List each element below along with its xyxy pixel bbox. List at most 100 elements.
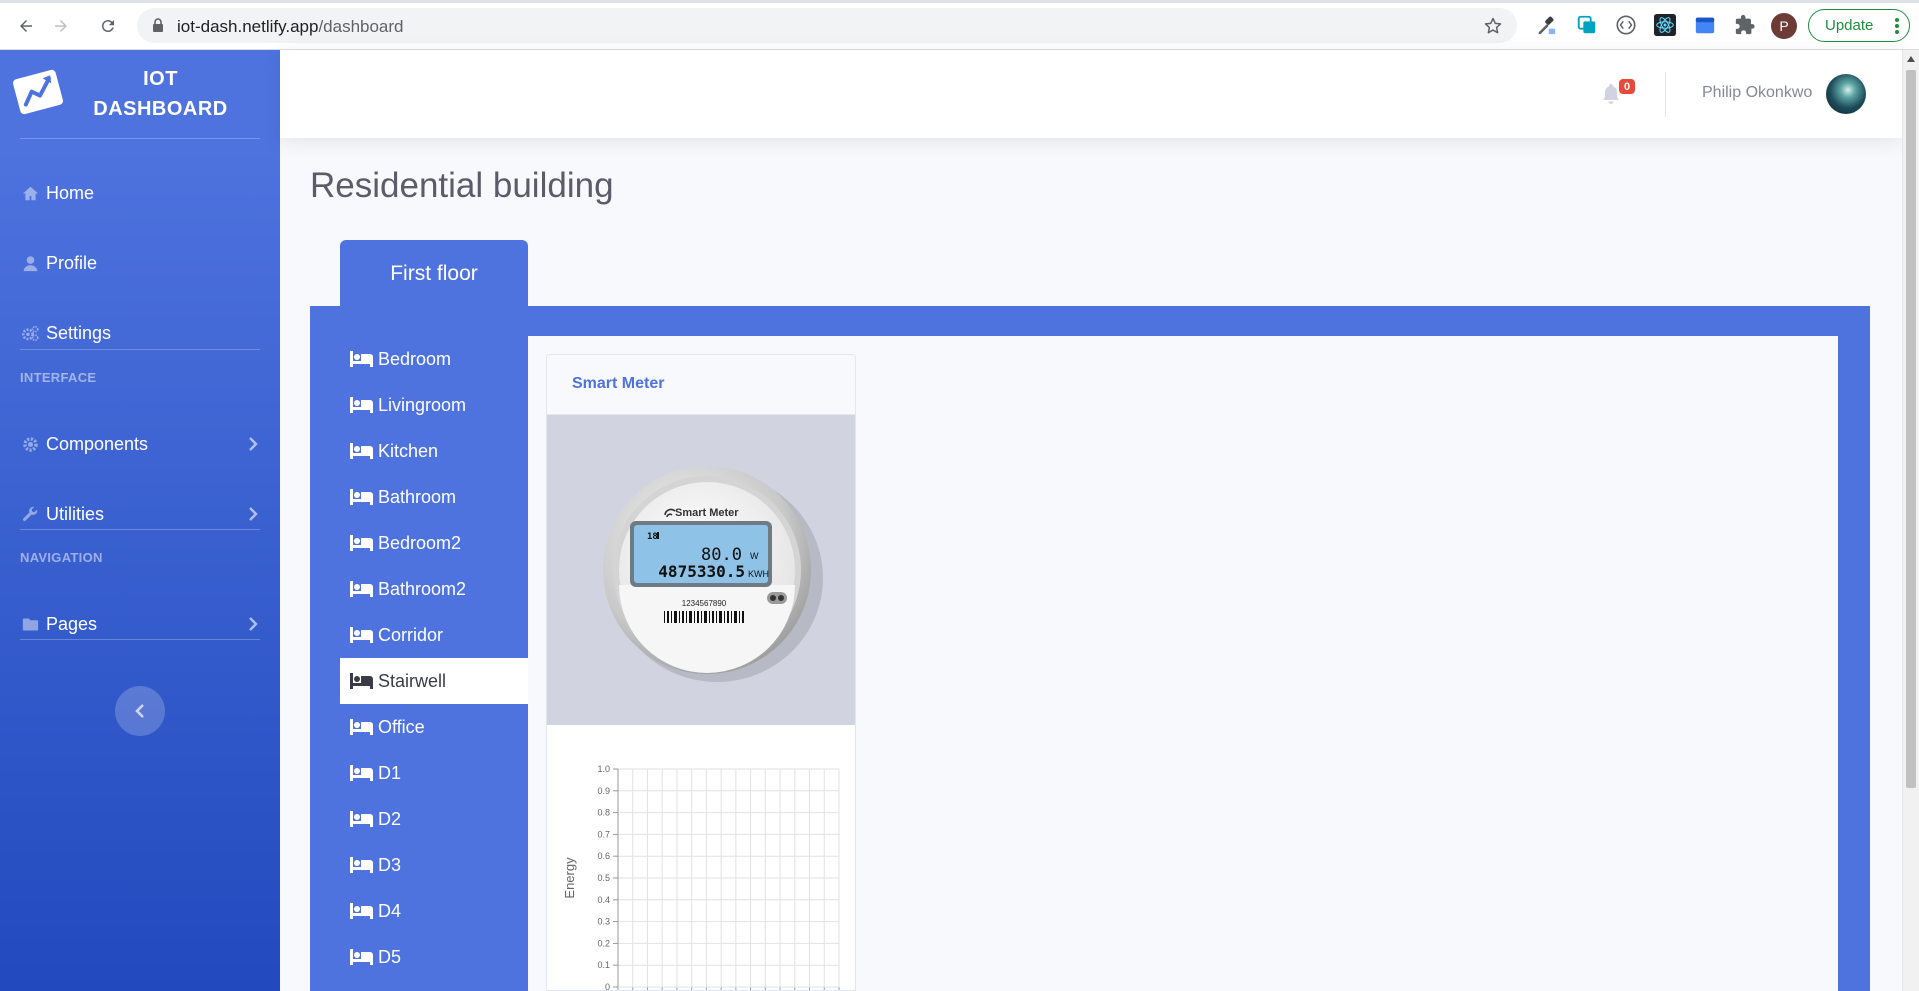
- wrench-icon: [20, 505, 40, 523]
- y-tick-label: 0.8: [597, 808, 610, 818]
- bed-icon: [350, 535, 373, 551]
- room-item-stairwell[interactable]: Stairwell: [340, 658, 528, 704]
- room-label: Bathroom: [378, 486, 457, 507]
- room-label: Bedroom2: [378, 532, 462, 553]
- y-tick-label: 0.9: [597, 786, 610, 796]
- smart-meter-card: Smart Meter Smart Meter 18 80.0 W 487533…: [546, 354, 856, 991]
- y-tick-label: 0: [605, 982, 610, 991]
- meter-energy-unit: KWH: [748, 569, 769, 579]
- topbar: 0 Philip Okonkwo: [280, 50, 1902, 138]
- room-item-bedroom2[interactable]: Bedroom2: [340, 520, 528, 566]
- tab-strip-edge: [0, 0, 1919, 3]
- copy-extension-icon[interactable]: [1576, 14, 1598, 36]
- bed-icon: [350, 949, 373, 965]
- sidebar-item-utilities[interactable]: Utilities: [0, 494, 280, 534]
- room-item-d2[interactable]: D2: [340, 796, 528, 842]
- url-text: iot-dash.netlify.app/dashboard: [177, 17, 404, 37]
- tab-first-floor[interactable]: First floor: [340, 240, 528, 307]
- sidebar-item-settings[interactable]: Settings: [0, 313, 280, 353]
- sidebar-item-profile[interactable]: Profile: [0, 243, 280, 283]
- bell-icon[interactable]: [1601, 83, 1621, 105]
- code-extension-icon[interactable]: [1615, 14, 1637, 36]
- bed-icon: [350, 443, 373, 459]
- user-name[interactable]: Philip Okonkwo: [1702, 84, 1812, 102]
- y-tick-label: 0.2: [597, 938, 610, 948]
- address-bar[interactable]: iot-dash.netlify.app/dashboard: [137, 8, 1517, 43]
- sidebar-item-label: Home: [46, 182, 95, 203]
- sidebar-toggle-button[interactable]: [115, 686, 165, 736]
- browser-update-button[interactable]: Update: [1808, 9, 1910, 42]
- bed-icon: [350, 627, 373, 643]
- room-label: Corridor: [378, 624, 444, 645]
- room-label: D4: [378, 900, 402, 921]
- room-item-d5[interactable]: D5: [340, 934, 528, 980]
- room-item-livingroom[interactable]: Livingroom: [340, 382, 528, 428]
- room-item-bathroom[interactable]: Bathroom: [340, 474, 528, 520]
- scroll-up-arrow-icon[interactable]: [1907, 56, 1915, 62]
- room-label: D2: [378, 808, 402, 829]
- page-scrollbar[interactable]: [1902, 50, 1919, 991]
- scroll-thumb[interactable]: [1906, 70, 1916, 788]
- chevron-left-icon: [135, 704, 144, 718]
- eyedropper-extension-icon[interactable]: [1535, 14, 1557, 36]
- topbar-divider: [1665, 72, 1666, 117]
- reload-button[interactable]: [94, 12, 122, 40]
- chevron-right-icon: [249, 617, 258, 631]
- extensions-puzzle-icon[interactable]: [1734, 14, 1756, 36]
- room-item-bedroom[interactable]: Bedroom: [340, 336, 528, 382]
- back-button[interactable]: [12, 12, 40, 40]
- meter-indicator: 18: [647, 532, 658, 542]
- lock-icon: [153, 18, 163, 32]
- folder-icon: [20, 615, 40, 633]
- room-item-kitchen[interactable]: Kitchen: [340, 428, 528, 474]
- energy-chart-svg: 0 0.1 0.2 0.3 0.4 0.5 0.6 0.7 0.8 0.9 1.0 Energy: [562, 764, 840, 991]
- room-label: Livingroom: [378, 394, 467, 415]
- bookmark-star-icon[interactable]: [1483, 16, 1503, 36]
- sidebar-heading-navigation: NAVIGATION: [20, 550, 103, 565]
- bed-icon: [350, 903, 373, 919]
- chevron-right-icon: [249, 507, 258, 521]
- sidebar-divider: [20, 529, 260, 530]
- sidebar-item-components[interactable]: Components: [0, 424, 280, 464]
- y-tick-label: 0.1: [597, 960, 610, 970]
- room-item-d1[interactable]: D1: [340, 750, 528, 796]
- y-tick-label: 0.7: [597, 829, 610, 839]
- user-avatar[interactable]: [1826, 74, 1866, 114]
- sidebar-item-home[interactable]: Home: [0, 173, 280, 213]
- chevron-right-icon: [249, 437, 258, 451]
- arrow-left-icon: [20, 20, 32, 32]
- room-label: Stairwell: [378, 670, 447, 691]
- sidebar-item-label: Utilities: [46, 503, 105, 524]
- room-item-d4[interactable]: D4: [340, 888, 528, 934]
- energy-chart: 0 0.1 0.2 0.3 0.4 0.5 0.6 0.7 0.8 0.9 1.0 Energy: [547, 745, 855, 991]
- sidebar-item-pages[interactable]: Pages: [0, 604, 280, 644]
- y-axis-label: Energy: [562, 857, 577, 899]
- room-label: Kitchen: [378, 440, 439, 461]
- room-item-bathroom2[interactable]: Bathroom2: [340, 566, 528, 612]
- room-label: D5: [378, 946, 402, 967]
- y-tick-label: 0.3: [597, 917, 610, 927]
- sidebar-divider: [20, 639, 260, 640]
- sidebar-item-label: Pages: [46, 613, 98, 634]
- sidebar-heading-interface: INTERFACE: [20, 370, 97, 385]
- bed-icon: [350, 673, 373, 689]
- sidebar-item-label: Components: [46, 433, 149, 454]
- sidebar-brand[interactable]: IOT DASHBOARD: [0, 50, 280, 138]
- room-item-office[interactable]: Office: [340, 704, 528, 750]
- y-tick-label: 1.0: [597, 764, 610, 774]
- room-label: D3: [378, 854, 402, 875]
- forward-button[interactable]: [47, 12, 75, 40]
- user-icon: [20, 254, 40, 272]
- meter-serial: 1234567890: [682, 599, 727, 608]
- room-item-d3[interactable]: D3: [340, 842, 528, 888]
- brand-line-1: IOT: [143, 68, 178, 90]
- reload-icon: [101, 20, 114, 33]
- home-icon: [20, 184, 40, 202]
- browser-profile-avatar[interactable]: P: [1771, 13, 1797, 39]
- update-label: Update: [1825, 17, 1874, 34]
- room-label: Bathroom2: [378, 578, 467, 599]
- room-item-corridor[interactable]: Corridor: [340, 612, 528, 658]
- react-devtools-icon[interactable]: [1654, 14, 1676, 36]
- room-label: D1: [378, 762, 402, 783]
- window-extension-icon[interactable]: [1694, 14, 1716, 36]
